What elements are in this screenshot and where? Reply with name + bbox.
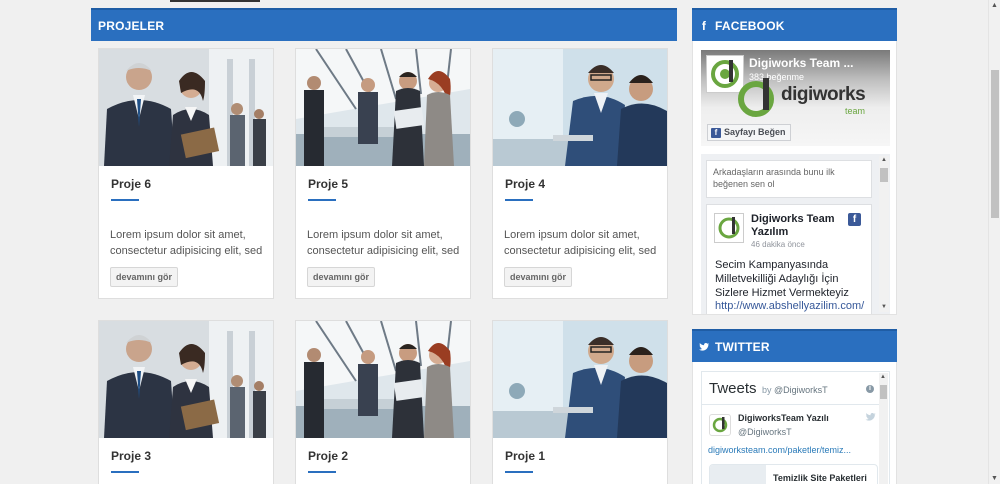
title-underline bbox=[505, 471, 533, 473]
link-card-title: Temizlik Site Paketleri bbox=[773, 473, 867, 483]
link-card-image bbox=[710, 465, 766, 484]
scrollbar-thumb[interactable] bbox=[880, 385, 887, 399]
read-more-button[interactable]: devamını gör bbox=[307, 267, 376, 287]
project-card[interactable]: Proje 2 bbox=[295, 320, 471, 484]
facebook-brand-subtext: team bbox=[845, 106, 866, 116]
post-text: Secim Kampanyasında Milletvekilliği Aday… bbox=[715, 259, 849, 299]
timeline-title: Tweets bbox=[709, 380, 757, 397]
facebook-logo-icon: f bbox=[848, 213, 861, 226]
tweet-avatar[interactable] bbox=[709, 414, 731, 436]
project-image-business-meeting[interactable] bbox=[99, 321, 273, 438]
tweet-handle[interactable]: @DigiworksT bbox=[738, 427, 792, 437]
project-title[interactable]: Proje 6 bbox=[111, 177, 151, 191]
tweet-link-card[interactable]: Temizlik Site Paketleri bbox=[709, 464, 878, 484]
projects-panel: PROJELER Proje 6 Lorem ipsum dolor sit a… bbox=[91, 8, 677, 484]
project-card[interactable]: Proje 6 Lorem ipsum dolor sit amet, cons… bbox=[98, 48, 274, 299]
page-scrollbar-thumb[interactable] bbox=[991, 70, 999, 218]
project-title[interactable]: Proje 3 bbox=[111, 449, 151, 463]
project-card[interactable]: Proje 5 Lorem ipsum dolor sit amet, cons… bbox=[295, 48, 471, 299]
project-card[interactable]: Proje 4 Lorem ipsum dolor sit amet, cons… bbox=[492, 48, 668, 299]
project-image-business-meeting[interactable] bbox=[99, 49, 273, 166]
project-title[interactable]: Proje 2 bbox=[308, 449, 348, 463]
read-more-button[interactable]: devamını gör bbox=[110, 267, 179, 287]
facebook-feed[interactable]: Arkadaşların arasında bunu ilk beğenen s… bbox=[701, 154, 890, 314]
project-image-office-team[interactable] bbox=[296, 321, 470, 438]
projects-heading: PROJELER bbox=[91, 8, 677, 41]
project-image-office-team[interactable] bbox=[296, 49, 470, 166]
title-underline bbox=[505, 199, 533, 201]
twitter-timeline-scrollbar[interactable]: ▲ bbox=[879, 373, 888, 484]
twitter-panel: TWITTER Tweets by @DigiworksT i Digiwork… bbox=[692, 329, 897, 484]
post-author[interactable]: Digiworks Team Yazılım bbox=[751, 213, 846, 239]
project-image-laptop-meeting[interactable] bbox=[493, 49, 667, 166]
project-image-laptop-meeting[interactable] bbox=[493, 321, 667, 438]
facebook-small-icon: f bbox=[711, 128, 721, 138]
scroll-up-icon[interactable]: ▲ bbox=[881, 157, 887, 163]
timeline-byline: by @DigiworksT bbox=[762, 385, 828, 395]
twitter-bird-icon bbox=[699, 331, 709, 364]
post-avatar[interactable] bbox=[714, 213, 744, 243]
facebook-page-cover[interactable]: Digiworks Team ... 383 beğenme digiworks… bbox=[701, 50, 890, 146]
title-underline bbox=[308, 471, 336, 473]
title-underline bbox=[111, 471, 139, 473]
post-time[interactable]: 46 dakika önce bbox=[751, 240, 805, 249]
twitter-logo-icon[interactable] bbox=[865, 413, 876, 422]
twitter-timeline[interactable]: Tweets by @DigiworksT i DigiworksTeam Ya… bbox=[701, 371, 890, 484]
post-link[interactable]: http://www.abshellyazilim.com/ bbox=[715, 300, 864, 312]
scroll-down-icon[interactable]: ▼ bbox=[991, 475, 998, 482]
divider bbox=[702, 404, 882, 405]
byline-by: by bbox=[762, 385, 772, 395]
facebook-panel: f FACEBOOK Digiworks Team ... 383 beğenme… bbox=[692, 8, 897, 315]
info-icon[interactable]: i bbox=[866, 385, 874, 393]
scrollbar-thumb[interactable] bbox=[880, 168, 888, 182]
project-title[interactable]: Proje 1 bbox=[505, 449, 545, 463]
twitter-heading-label: TWITTER bbox=[715, 340, 770, 354]
facebook-like-page-button[interactable]: f Sayfayı Beğen bbox=[707, 124, 791, 141]
like-button-label: Sayfayı Beğen bbox=[724, 127, 786, 137]
project-title[interactable]: Proje 4 bbox=[505, 177, 545, 191]
scroll-up-icon[interactable]: ▲ bbox=[991, 2, 998, 9]
tweet-link[interactable]: digiworksteam.com/paketler/temiz... bbox=[708, 445, 851, 455]
project-description: Lorem ipsum dolor sit amet, consectetur … bbox=[504, 229, 657, 257]
project-description: Lorem ipsum dolor sit amet, consectetur … bbox=[110, 229, 263, 257]
top-strip bbox=[170, 0, 260, 2]
facebook-brand-text: digiworks bbox=[781, 84, 866, 105]
project-card[interactable]: Proje 1 bbox=[492, 320, 668, 484]
twitter-heading: TWITTER bbox=[692, 329, 897, 362]
facebook-feed-scrollbar[interactable]: ▲ ▼ bbox=[879, 156, 889, 312]
project-title[interactable]: Proje 5 bbox=[308, 177, 348, 191]
title-underline bbox=[111, 199, 139, 201]
project-card[interactable]: Proje 3 bbox=[98, 320, 274, 484]
facebook-heading: f FACEBOOK bbox=[692, 8, 897, 41]
page-scrollbar[interactable]: ▲ ▼ bbox=[988, 0, 1000, 484]
facebook-post[interactable]: Digiworks Team Yazılım 46 dakika önce f … bbox=[706, 204, 872, 314]
facebook-icon: f bbox=[701, 19, 707, 33]
facebook-heading-label: FACEBOOK bbox=[715, 19, 785, 33]
title-underline bbox=[308, 199, 336, 201]
scroll-up-icon[interactable]: ▲ bbox=[880, 374, 886, 380]
facebook-page-name[interactable]: Digiworks Team ... bbox=[749, 56, 853, 70]
scroll-down-icon[interactable]: ▼ bbox=[881, 304, 887, 310]
project-description: Lorem ipsum dolor sit amet, consectetur … bbox=[307, 229, 460, 257]
facebook-friends-notice: Arkadaşların arasında bunu ilk beğenen s… bbox=[706, 160, 872, 198]
timeline-handle-link[interactable]: @DigiworksT bbox=[774, 385, 828, 395]
tweet-author[interactable]: DigiworksTeam Yazılı bbox=[738, 413, 829, 423]
digiworks-brand-mark-icon bbox=[738, 78, 774, 117]
read-more-button[interactable]: devamını gör bbox=[504, 267, 573, 287]
